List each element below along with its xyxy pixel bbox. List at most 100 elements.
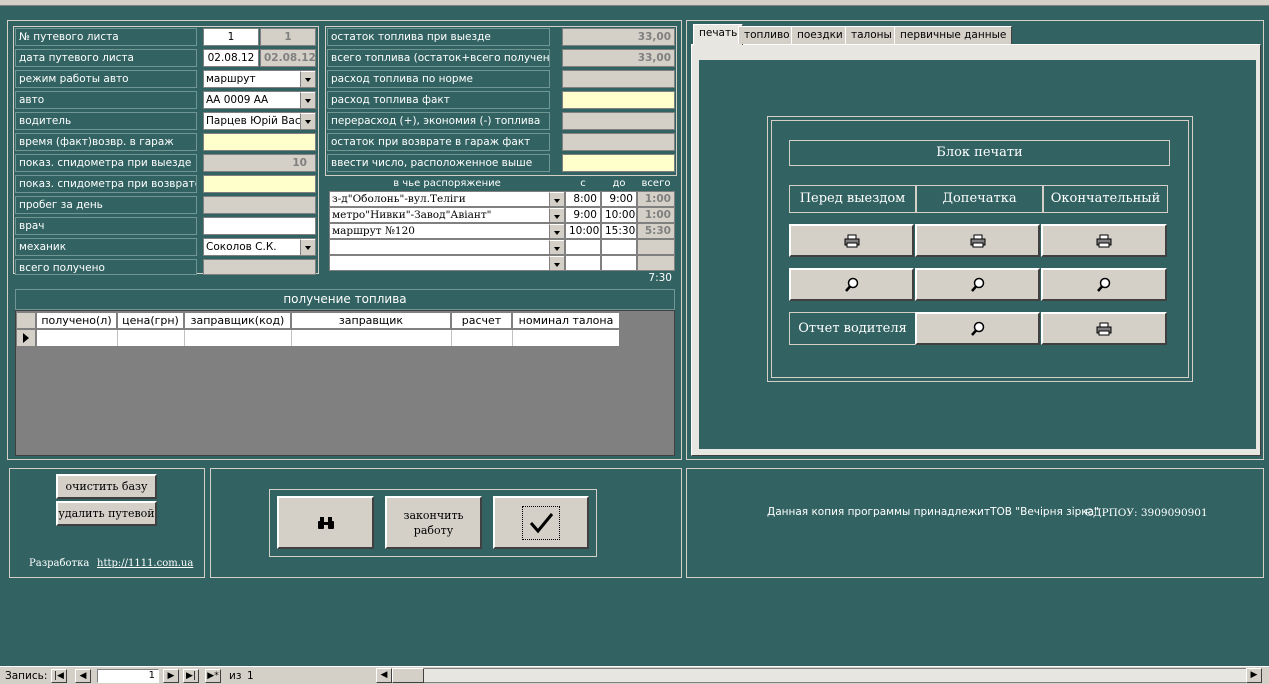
clear-db-label: очистить базу: [65, 480, 148, 493]
scroll-left-button[interactable]: ◀: [376, 668, 392, 683]
col-coupon: номинал талона: [512, 312, 620, 329]
enter-number-field[interactable]: [562, 154, 675, 172]
label-fuel-overuse: перерасход (+), экономия (-) топлива: [327, 112, 550, 130]
label-enter-number: ввести число, расположенное выше: [327, 154, 550, 172]
confirm-button[interactable]: [493, 496, 589, 549]
label-total-received: всего получено: [15, 259, 197, 275]
label-fuel-start: остаток топлива при выезде: [327, 28, 550, 46]
trip-row-3-dest[interactable]: маршрут №120: [329, 223, 565, 239]
label-fuel-return: остаток при возврате в гараж факт: [327, 133, 550, 151]
scroll-right-button[interactable]: ▶: [1246, 668, 1262, 683]
dev-label: Разработка: [29, 558, 90, 569]
preview-final-button[interactable]: [1041, 268, 1167, 301]
trip-dest-dropdown-icon[interactable]: [549, 208, 564, 222]
new-record-button[interactable]: ▶*: [205, 669, 221, 683]
tab-coupons[interactable]: талоны: [845, 26, 898, 44]
fuel-norm-field: [562, 70, 675, 88]
trip-dest-text: з-д"Оболонь"-вул.Теліги: [332, 193, 466, 205]
trip-row-5-to[interactable]: [601, 255, 637, 271]
car-dropdown-icon[interactable]: [300, 92, 315, 108]
print-final-button[interactable]: [1041, 224, 1167, 257]
trip-row-5-total: [637, 255, 675, 271]
trip-row-1-from[interactable]: 8:00: [565, 191, 601, 207]
mode-dropdown-icon[interactable]: [300, 71, 315, 87]
driver-dropdown-icon[interactable]: [300, 113, 315, 129]
waybill-number-field[interactable]: 1: [203, 28, 259, 46]
checkmark-icon: [529, 512, 554, 533]
print-extra-button[interactable]: [915, 224, 1040, 257]
driver-report-print-button[interactable]: [1041, 312, 1167, 345]
preview-before-button[interactable]: [789, 268, 914, 301]
prev-record-button[interactable]: ◀: [75, 669, 91, 683]
trip-row-2-to[interactable]: 10:00: [601, 207, 637, 223]
trip-row-5-from[interactable]: [565, 255, 601, 271]
mechanic-select[interactable]: Соколов С.К.: [203, 238, 316, 256]
finish-work-button[interactable]: закончить работу: [385, 496, 482, 549]
trip-row-3-to[interactable]: 15:30: [601, 223, 637, 239]
fuel-actual-field[interactable]: [562, 91, 675, 109]
trip-row-4-dest[interactable]: [329, 239, 565, 255]
trip-dest-dropdown-icon[interactable]: [549, 240, 564, 254]
tab-trips[interactable]: поездки: [791, 26, 849, 44]
record-selector[interactable]: [16, 329, 36, 347]
doctor-field[interactable]: [203, 217, 316, 235]
col-price: цена(грн): [117, 312, 184, 329]
label-car: авто: [15, 91, 197, 109]
mode-select[interactable]: маршрут: [203, 70, 316, 88]
printer-icon: [970, 234, 985, 247]
trip-row-5-dest[interactable]: [329, 255, 565, 271]
driver-report-preview-button[interactable]: [915, 312, 1040, 345]
trip-dest-dropdown-icon[interactable]: [549, 256, 564, 270]
car-value: АА 0009 АА: [206, 94, 269, 106]
trip-row-3-total: 5:30: [637, 223, 675, 239]
trip-dest-text: маршрут №120: [332, 225, 415, 237]
trip-row-4-from[interactable]: [565, 239, 601, 255]
edrpou-text: ЄДРПОУ: 3909090901: [1085, 507, 1208, 519]
binoculars-icon: [317, 516, 334, 529]
magnifier-icon: [970, 277, 984, 292]
current-row-icon: [23, 333, 29, 343]
scroll-thumb[interactable]: [392, 668, 424, 683]
driver-select[interactable]: Парцев Юрій Васи...: [203, 112, 316, 130]
dev-link[interactable]: http://1111.com.ua: [97, 558, 193, 569]
record-number-field[interactable]: 1: [97, 669, 159, 683]
tab-print[interactable]: печать: [693, 24, 744, 45]
trip-row-2-dest[interactable]: метро"Нивки"-Завод"Авіант": [329, 207, 565, 223]
trips-header-from: с: [580, 178, 586, 189]
trip-dest-dropdown-icon[interactable]: [549, 192, 564, 206]
trip-row-4-to[interactable]: [601, 239, 637, 255]
find-button[interactable]: [277, 496, 374, 549]
trip-dest-dropdown-icon[interactable]: [549, 224, 564, 238]
first-record-button[interactable]: |◀: [51, 669, 67, 683]
next-record-button[interactable]: ▶: [163, 669, 179, 683]
mechanic-dropdown-icon[interactable]: [300, 239, 315, 255]
trips-header-total: всего: [641, 178, 671, 189]
trip-row-1-to[interactable]: 9:00: [601, 191, 637, 207]
clear-db-button[interactable]: очистить базу: [56, 474, 157, 499]
return-time-field[interactable]: [203, 133, 316, 151]
label-waybill-date: дата путевого листа: [15, 49, 197, 67]
new-row[interactable]: [36, 329, 620, 347]
car-select[interactable]: АА 0009 АА: [203, 91, 316, 109]
trip-row-2-from[interactable]: 9:00: [565, 207, 601, 223]
trip-row-3-from[interactable]: 10:00: [565, 223, 601, 239]
odometer-in-field[interactable]: [203, 175, 316, 193]
trip-row-1-dest[interactable]: з-д"Оболонь"-вул.Теліги: [329, 191, 565, 207]
waybill-date-field[interactable]: 02.08.12: [203, 49, 259, 67]
magnifier-icon: [970, 321, 984, 336]
waybill-date-ref: 02.08.12: [260, 49, 316, 67]
delete-waybill-button[interactable]: удалить путевой: [56, 501, 157, 526]
grid-corner: [16, 312, 36, 329]
printer-icon: [1096, 234, 1112, 247]
preview-extra-button[interactable]: [915, 268, 1040, 301]
col-tanker: заправщик: [291, 312, 451, 329]
trip-row-2-total: 1:00: [637, 207, 675, 223]
print-before-button[interactable]: [789, 224, 914, 257]
license-panel: [686, 468, 1264, 578]
print-block-title: Блок печати: [789, 140, 1170, 166]
driver-report-label: Отчет водителя: [789, 312, 916, 345]
last-record-button[interactable]: ▶|: [183, 669, 199, 683]
tab-primary-data[interactable]: первичные данные: [894, 26, 1013, 44]
tab-fuel[interactable]: топливо: [738, 26, 796, 44]
horizontal-scrollbar[interactable]: [376, 668, 1260, 683]
